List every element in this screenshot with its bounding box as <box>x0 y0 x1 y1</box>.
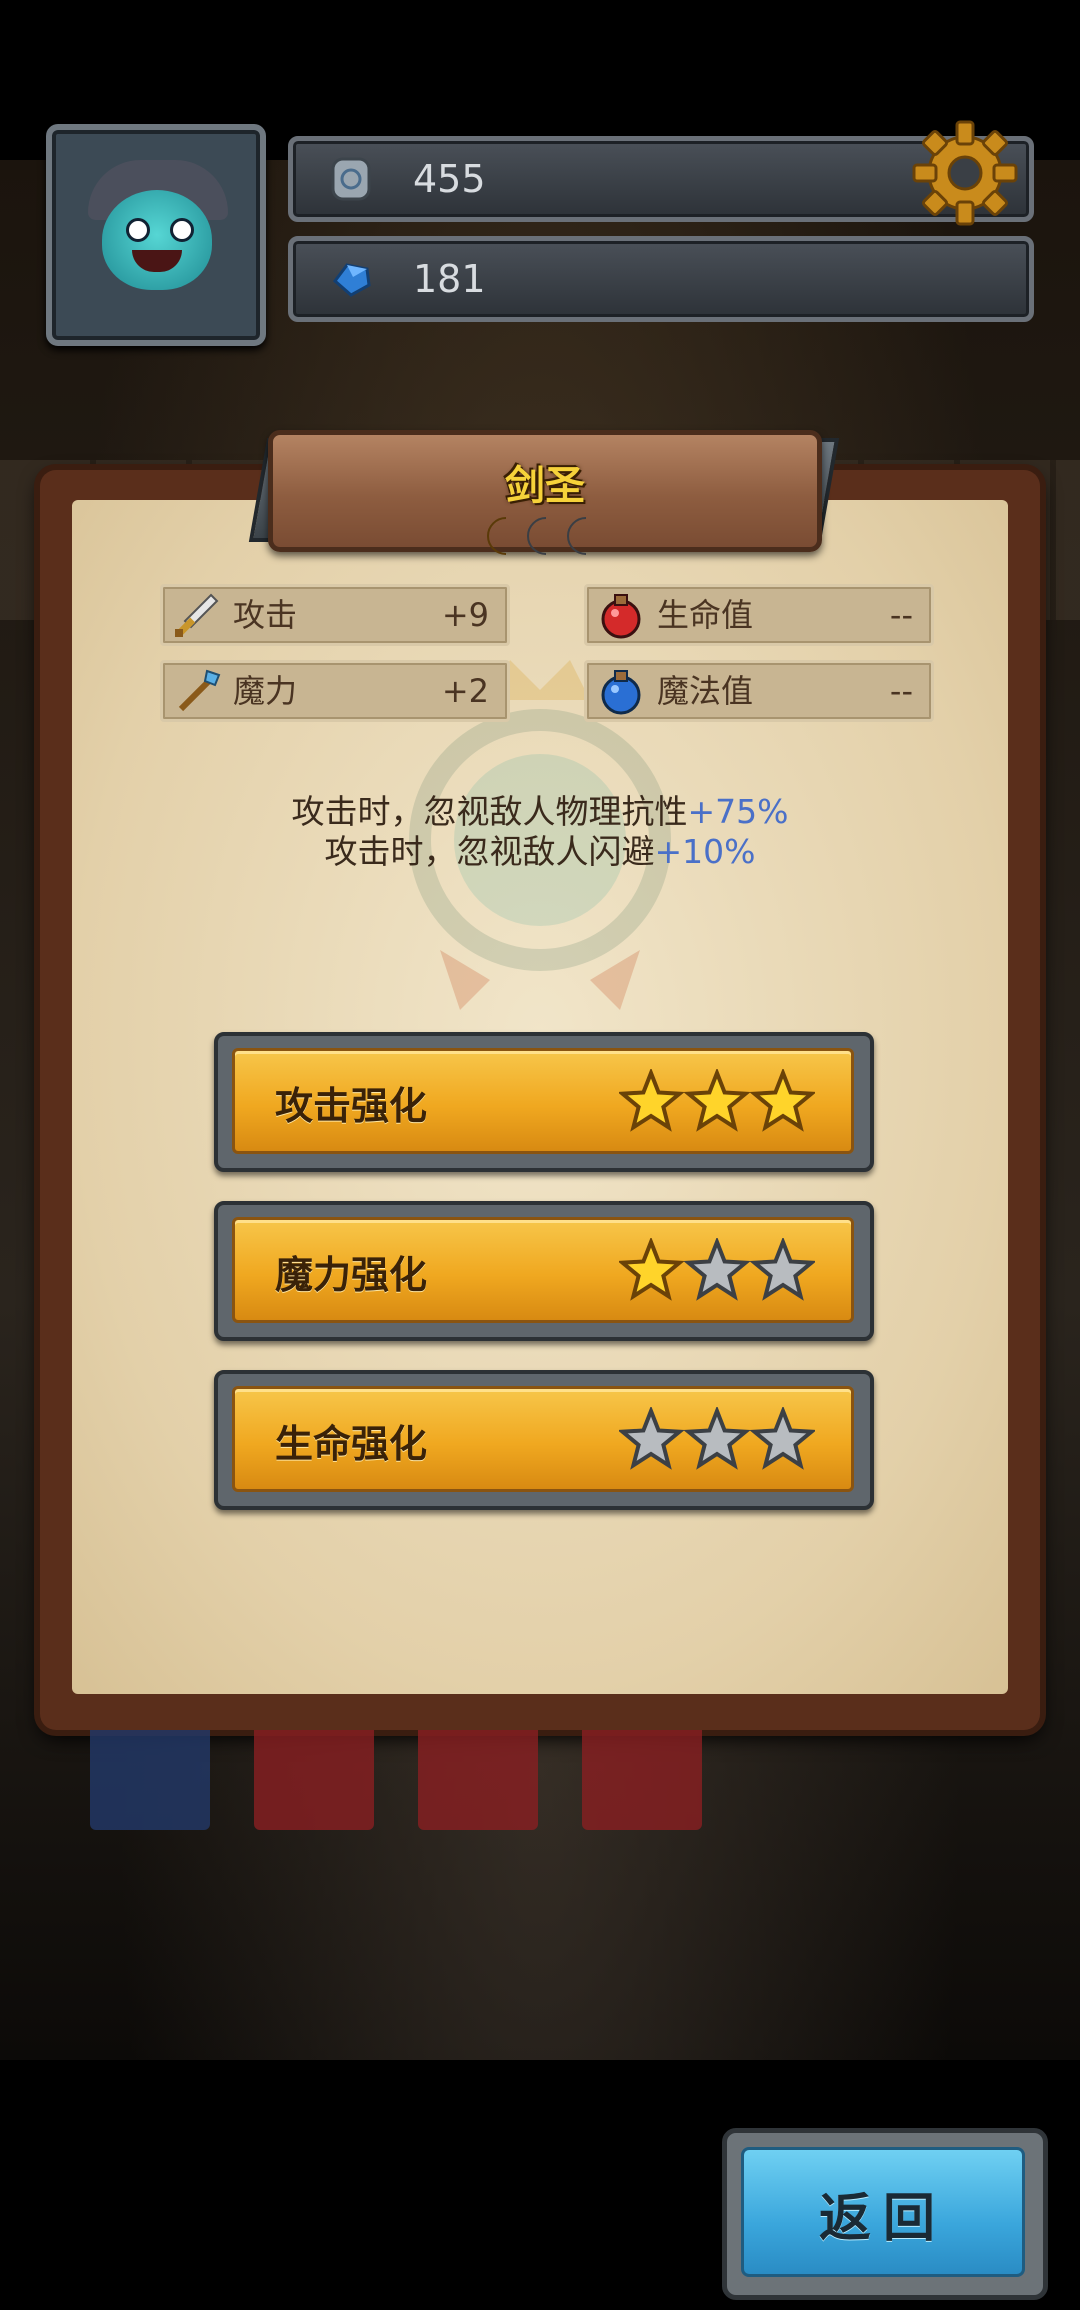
avatar-mouth <box>132 250 182 272</box>
red-potion-icon <box>601 594 641 639</box>
star-empty-icon <box>683 1407 751 1470</box>
back-button[interactable]: 返回 <box>722 2128 1048 2300</box>
upgrade-magic-label: 魔力强化 <box>275 1253 428 1297</box>
stat-attack: 攻击 +9 <box>160 584 510 646</box>
back-button-label: 返回 <box>818 2189 947 2249</box>
bonus-ignore-defense: +75% <box>687 792 789 831</box>
avatar-eye-left <box>126 218 150 242</box>
settings-gear-icon[interactable] <box>910 118 1020 228</box>
avatar-face <box>102 190 212 290</box>
stat-attack-value: +9 <box>441 596 489 634</box>
ribbon-magic <box>90 1730 210 1830</box>
blue-gem-icon <box>332 263 371 297</box>
stat-mp: 魔法值 -- <box>584 660 934 722</box>
upgrade-attack-button[interactable]: 攻击强化 <box>214 1032 874 1172</box>
stat-magic-value: +2 <box>441 672 489 710</box>
star-filled-icon <box>619 1238 685 1301</box>
stat-mp-label: 魔法值 <box>657 672 754 710</box>
star-rating <box>619 1407 815 1470</box>
stat-mp-value: -- <box>889 672 913 710</box>
description-line-2: 攻击时，忽视敌人闪避+10% <box>324 832 756 871</box>
rune-stone-icon <box>331 157 371 201</box>
gem-currency-bar: 181 <box>288 236 1034 322</box>
ribbon-adventure <box>418 1730 538 1830</box>
star-rating <box>619 1238 815 1301</box>
star-empty-icon <box>749 1407 815 1470</box>
stone-count: 455 <box>413 157 486 201</box>
blue-potion-icon <box>601 670 641 715</box>
star-filled-icon <box>749 1069 815 1132</box>
avatar-eye-right <box>170 218 194 242</box>
ribbon-baron <box>582 1730 702 1830</box>
stat-magic: 魔力 +2 <box>160 660 510 722</box>
stat-hp-value: -- <box>889 596 913 634</box>
star-filled-icon <box>683 1069 751 1132</box>
star-empty-icon <box>749 1238 815 1301</box>
stat-attack-label: 攻击 <box>233 596 298 634</box>
upgrade-life-button[interactable]: 生命强化 <box>214 1370 874 1510</box>
star-empty-icon <box>683 1238 751 1301</box>
class-title: 剑圣 <box>505 463 585 509</box>
star-rating <box>619 1069 815 1132</box>
upgrade-life-label: 生命强化 <box>275 1422 428 1466</box>
stat-magic-label: 魔力 <box>233 672 298 710</box>
sword-icon <box>175 593 219 637</box>
upgrade-magic-button[interactable]: 魔力强化 <box>214 1201 874 1341</box>
magic-staff-icon <box>178 669 221 712</box>
description-line-1: 攻击时，忽视敌人物理抗性+75% <box>291 792 789 831</box>
background-ribbons <box>90 1730 730 1840</box>
player-avatar[interactable] <box>46 124 266 346</box>
bonus-ignore-evasion: +10% <box>654 832 756 871</box>
stat-hp-label: 生命值 <box>657 596 754 634</box>
rank-moons-icon <box>487 517 587 555</box>
star-filled-icon <box>619 1069 685 1132</box>
gem-count: 181 <box>413 257 486 301</box>
stat-hp: 生命值 -- <box>584 584 934 646</box>
ribbon-battle <box>254 1730 374 1830</box>
upgrade-attack-label: 攻击强化 <box>275 1084 428 1128</box>
star-empty-icon <box>619 1407 685 1470</box>
skill-description: 攻击时，忽视敌人物理抗性+75% 攻击时，忽视敌人闪避+10% <box>100 792 980 872</box>
